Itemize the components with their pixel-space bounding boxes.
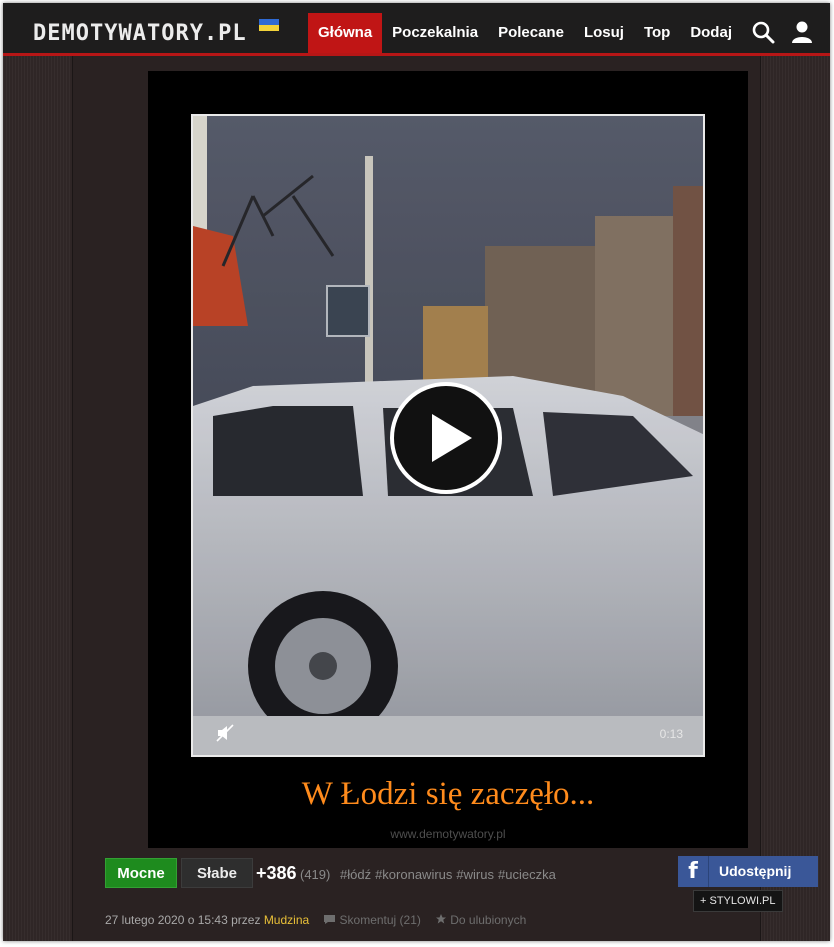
nav-item-dodaj[interactable]: Dodaj <box>680 13 742 53</box>
nav-item-polecane[interactable]: Polecane <box>488 13 574 53</box>
page-frame: DEMOTYWATORY.PL Główna Poczekalnia Polec… <box>3 3 830 941</box>
share-label: Udostępnij <box>719 863 792 879</box>
post-date: 27 lutego 2020 o 15:43 przez <box>105 913 261 927</box>
tag-link[interactable]: #wirus <box>456 867 494 882</box>
play-button[interactable] <box>390 382 502 494</box>
stylowi-label: STYLOWI.PL <box>709 895 776 907</box>
play-icon <box>432 414 472 462</box>
favorite-label: Do ulubionych <box>450 913 527 927</box>
star-icon <box>435 914 446 924</box>
facebook-share-button[interactable]: f Udostępnij <box>678 856 818 887</box>
mute-icon[interactable] <box>215 723 235 743</box>
nav-item-top[interactable]: Top <box>634 13 680 53</box>
video-player[interactable]: 0:13 <box>191 114 705 757</box>
user-icon[interactable] <box>790 20 814 44</box>
stylowi-button[interactable]: + STYLOWI.PL <box>693 890 783 912</box>
nav-item-glowna[interactable]: Główna <box>308 13 383 53</box>
vote-up-button[interactable]: Mocne <box>105 858 177 888</box>
demotivator-card: 0:13 W Łodzi się zaczęło... www.demotywa… <box>148 71 748 848</box>
top-header: DEMOTYWATORY.PL Główna Poczekalnia Polec… <box>3 3 830 56</box>
comment-link[interactable]: Skomentuj (21) <box>323 913 421 927</box>
search-icon[interactable] <box>751 20 775 44</box>
post-meta: 27 lutego 2020 o 15:43 przez Mudzina Sko… <box>105 913 526 927</box>
left-side-panel <box>3 56 73 941</box>
favorite-link[interactable]: Do ulubionych <box>435 913 526 927</box>
watermark: www.demotywatory.pl <box>390 827 506 841</box>
tag-link[interactable]: #ucieczka <box>498 867 556 882</box>
post-caption: W Łodzi się zaczęło... <box>301 776 595 812</box>
ukraine-flag-icon <box>259 19 279 31</box>
plus-icon: + <box>700 895 707 907</box>
comment-label: Skomentuj (21) <box>339 913 421 927</box>
site-logo[interactable]: DEMOTYWATORY.PL <box>33 21 247 46</box>
right-side-panel <box>760 56 830 941</box>
vote-down-button[interactable]: Słabe <box>181 858 253 888</box>
nav-item-losuj[interactable]: Losuj <box>574 13 634 53</box>
comment-icon <box>324 915 336 924</box>
vote-score: +386 <box>256 863 297 883</box>
author-link[interactable]: Mudzina <box>264 913 309 927</box>
facebook-icon: f <box>678 856 709 887</box>
tag-list: #łódź #koronawirus #wirus #ucieczka <box>340 867 556 882</box>
video-duration: 0:13 <box>659 727 683 741</box>
tag-link[interactable]: #koronawirus <box>375 867 452 882</box>
tag-link[interactable]: #łódź <box>340 867 371 882</box>
nav-item-poczekalnia[interactable]: Poczekalnia <box>382 13 488 53</box>
vote-count: (419) <box>300 867 331 882</box>
main-nav: Główna Poczekalnia Polecane Losuj Top Do… <box>308 13 742 53</box>
